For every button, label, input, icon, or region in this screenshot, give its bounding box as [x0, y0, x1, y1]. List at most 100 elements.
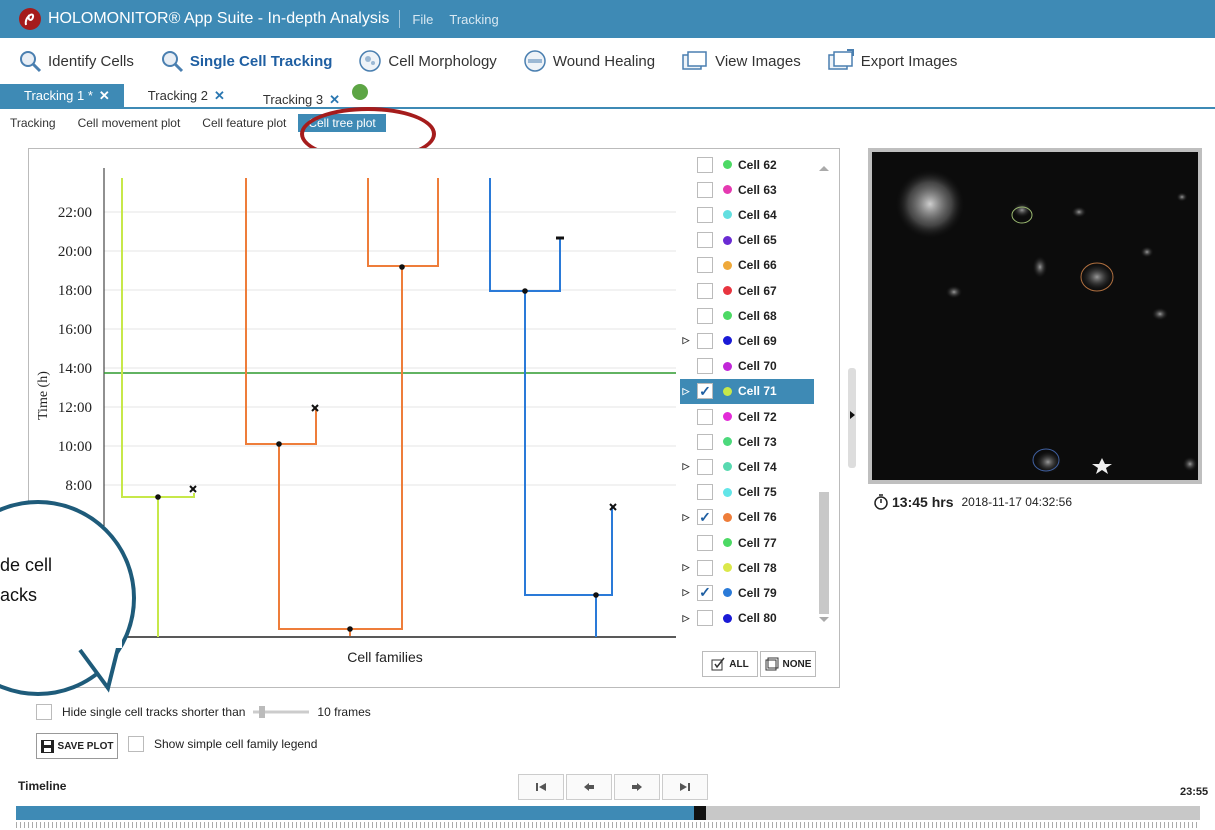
- expand-arrow-icon[interactable]: ▷: [680, 335, 692, 346]
- export-images-label: Export Images: [860, 52, 958, 70]
- menu-file[interactable]: File: [412, 12, 433, 27]
- cell-list-item[interactable]: ▷ ✓ Cell 76: [680, 505, 814, 530]
- cell-list-item[interactable]: Cell 77: [680, 530, 814, 555]
- cell-checkbox[interactable]: [697, 257, 713, 274]
- cell-list-item[interactable]: Cell 73: [680, 429, 814, 454]
- cell-list-item[interactable]: Cell 67: [680, 278, 814, 303]
- tab-tracking-3[interactable]: Tracking 3 ✕: [239, 84, 382, 107]
- cell-list-item[interactable]: ▷ Cell 74: [680, 454, 814, 479]
- select-all-button[interactable]: ALL: [702, 651, 758, 677]
- frames-slider[interactable]: [251, 705, 311, 719]
- cell-list-item[interactable]: ▷ Cell 69: [680, 328, 814, 353]
- cell-checkbox[interactable]: [697, 232, 713, 249]
- identify-cells-button[interactable]: Identify Cells: [18, 49, 134, 73]
- close-icon[interactable]: ✕: [99, 88, 110, 103]
- expand-arrow-icon[interactable]: ▷: [680, 386, 692, 397]
- cell-checkbox[interactable]: [697, 534, 713, 551]
- cell-list-item[interactable]: Cell 70: [680, 354, 814, 379]
- cell-checkbox[interactable]: [697, 156, 713, 173]
- next-frame-button[interactable]: [614, 774, 660, 800]
- expand-arrow-icon[interactable]: ▷: [680, 512, 692, 523]
- save-plot-label: SAVE PLOT: [57, 740, 114, 752]
- export-images-button[interactable]: Export Images: [827, 49, 958, 73]
- subtab-cell-movement-plot[interactable]: Cell movement plot: [68, 114, 191, 132]
- first-frame-button[interactable]: [518, 774, 564, 800]
- cell-checkbox[interactable]: [697, 206, 713, 223]
- cell-list-item[interactable]: Cell 72: [680, 404, 814, 429]
- last-frame-button[interactable]: [662, 774, 708, 800]
- cell-list-item[interactable]: ▷ ✓ Cell 71: [680, 378, 814, 404]
- chevron-right-icon[interactable]: [848, 410, 856, 420]
- wound-healing-button[interactable]: Wound Healing: [523, 49, 655, 73]
- add-tab-icon[interactable]: [351, 84, 368, 100]
- cell-list-item[interactable]: Cell 65: [680, 228, 814, 253]
- cell-list-item[interactable]: Cell 75: [680, 480, 814, 505]
- cell-checkbox[interactable]: ✓: [697, 383, 713, 400]
- cell-color-dot: [723, 512, 732, 522]
- cell-label: Cell 80: [738, 611, 777, 626]
- cell-list-item[interactable]: ▷ Cell 78: [680, 555, 814, 580]
- cell-checkbox[interactable]: [697, 458, 713, 475]
- subtab-cell-feature-plot[interactable]: Cell feature plot: [192, 114, 296, 132]
- close-icon[interactable]: ✕: [214, 88, 225, 103]
- menu-tracking[interactable]: Tracking: [449, 12, 498, 27]
- cell-color-dot: [723, 437, 732, 447]
- previous-frame-button[interactable]: [566, 774, 612, 800]
- save-plot-button[interactable]: SAVE PLOT: [36, 733, 118, 759]
- callout-line: de cell: [0, 555, 53, 575]
- cell-checkbox[interactable]: ✓: [697, 584, 713, 601]
- scrollbar-thumb[interactable]: [819, 492, 829, 614]
- tab-tracking-1[interactable]: Tracking 1 * ✕: [0, 84, 124, 107]
- cell-checkbox[interactable]: [697, 358, 713, 375]
- expand-arrow-icon[interactable]: ▷: [680, 587, 692, 598]
- cell-label: Cell 62: [738, 157, 777, 172]
- y-tick-label: 16:00: [58, 322, 92, 338]
- cell-list-item[interactable]: Cell 66: [680, 253, 814, 278]
- subtab-tracking[interactable]: Tracking: [0, 114, 66, 132]
- y-tick-label: 22:00: [58, 205, 92, 221]
- timeline-handle[interactable]: [694, 806, 707, 820]
- cell-list-scrollbar[interactable]: [818, 160, 830, 625]
- cell-checkbox[interactable]: [697, 408, 713, 425]
- hide-short-tracks-checkbox[interactable]: [36, 704, 52, 720]
- cell-checkbox[interactable]: [697, 181, 713, 198]
- scroll-up-icon[interactable]: [818, 163, 830, 173]
- cell-checkbox[interactable]: [697, 433, 713, 450]
- cell-checkbox[interactable]: ✓: [697, 509, 713, 526]
- scroll-down-icon[interactable]: [818, 615, 830, 625]
- cell-checkbox[interactable]: [697, 307, 713, 324]
- single-cell-tracking-button[interactable]: Single Cell Tracking: [160, 49, 332, 73]
- cell-label: Cell 75: [738, 485, 777, 500]
- hide-short-tracks-control: Hide single cell tracks shorter than 10 …: [36, 704, 371, 720]
- timeline-end-time: 23:55: [1180, 786, 1209, 798]
- division-node: [347, 626, 353, 632]
- check-all-icon: [711, 657, 725, 671]
- cell-checkbox[interactable]: [697, 610, 713, 627]
- cell-label: Cell 72: [738, 409, 777, 424]
- image-elapsed-time: 13:45 hrs: [892, 494, 954, 510]
- cell-image-viewer[interactable]: [868, 148, 1202, 484]
- cell-checkbox[interactable]: [697, 559, 713, 576]
- title-bar: HOLOMONITOR® App Suite - In-depth Analys…: [0, 0, 1215, 38]
- simple-legend-checkbox[interactable]: [128, 736, 144, 752]
- cell-list-item[interactable]: Cell 68: [680, 303, 814, 328]
- expand-arrow-icon[interactable]: ▷: [680, 461, 692, 472]
- select-none-button[interactable]: NONE: [760, 651, 816, 677]
- timeline-bar[interactable]: [16, 806, 1200, 820]
- cell-list-item[interactable]: Cell 63: [680, 177, 814, 202]
- cell-list-item[interactable]: Cell 64: [680, 202, 814, 227]
- expand-arrow-icon[interactable]: ▷: [680, 613, 692, 624]
- tab-tracking-2[interactable]: Tracking 2 ✕: [124, 84, 239, 107]
- cell-list-item[interactable]: ▷ ✓ Cell 79: [680, 580, 814, 605]
- cell-label: Cell 68: [738, 308, 777, 323]
- cell-list-item[interactable]: Cell 62: [680, 152, 814, 177]
- cell-checkbox[interactable]: [697, 484, 713, 501]
- cell-checkbox[interactable]: [697, 282, 713, 299]
- view-images-button[interactable]: View Images: [681, 49, 801, 73]
- expand-arrow-icon[interactable]: ▷: [680, 562, 692, 573]
- holographic-cell-image[interactable]: [872, 152, 1198, 480]
- cell-list-item[interactable]: ▷ Cell 80: [680, 606, 814, 631]
- close-icon[interactable]: ✕: [329, 92, 340, 107]
- cell-checkbox[interactable]: [697, 332, 713, 349]
- cell-morphology-button[interactable]: Cell Morphology: [358, 49, 497, 73]
